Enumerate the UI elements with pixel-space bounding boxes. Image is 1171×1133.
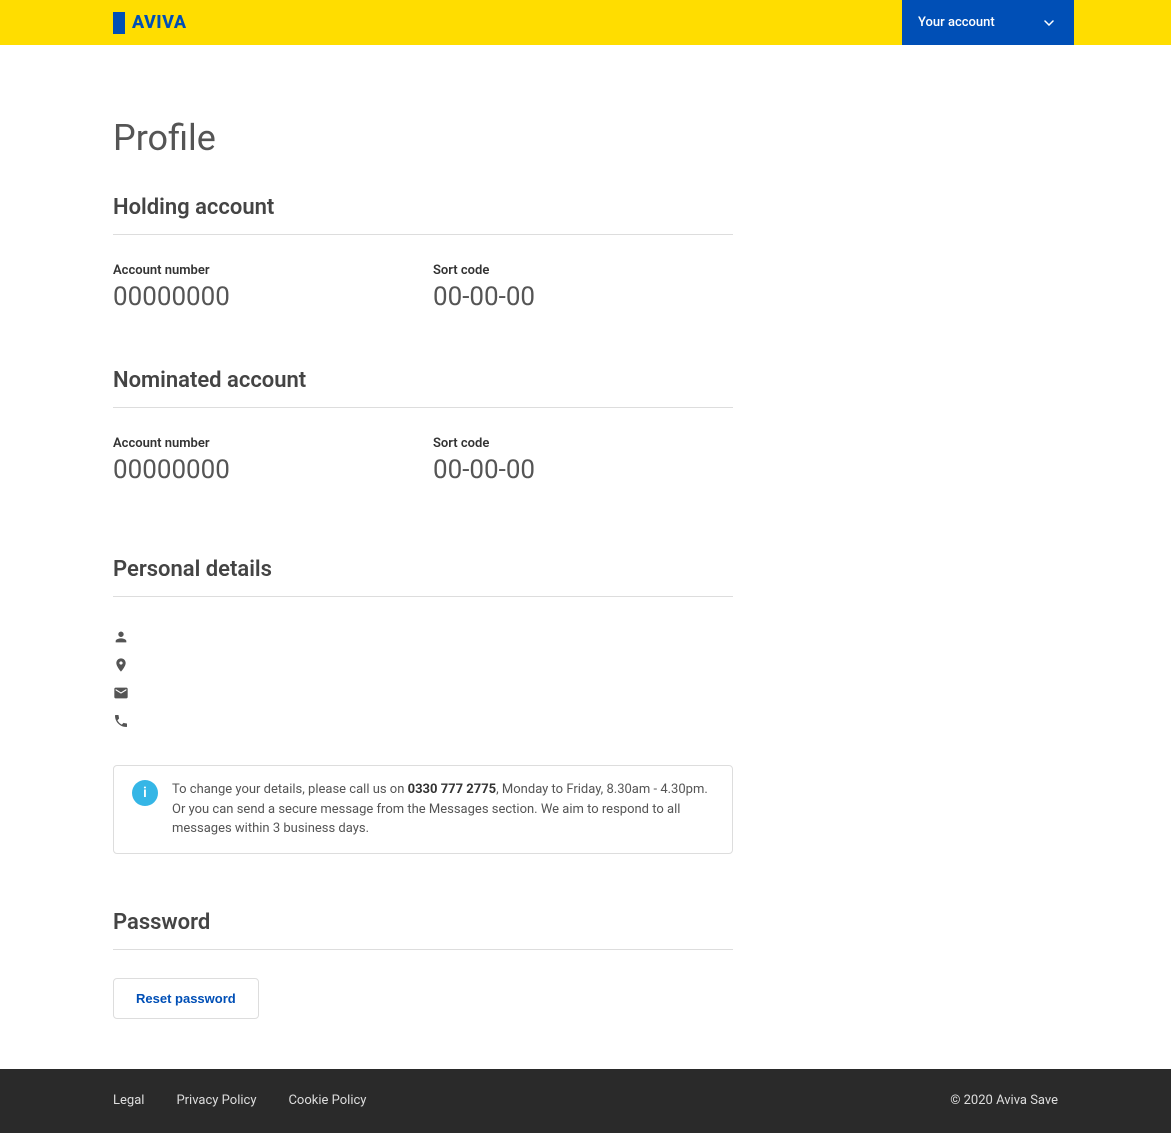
section-personal-title: Personal details (113, 557, 733, 582)
detail-address-row (113, 653, 733, 681)
divider (113, 596, 733, 597)
nominated-account-number: 00000000 (113, 455, 273, 485)
section-holding-title: Holding account (113, 195, 733, 220)
holding-account-row: Account number 00000000 Sort code 00-00-… (113, 263, 733, 312)
info-phone: 0330 777 2775 (408, 782, 497, 797)
chevron-down-icon (1044, 18, 1054, 28)
detail-name-row (113, 625, 733, 653)
divider (113, 949, 733, 950)
field-label: Account number (113, 436, 273, 451)
page-title: Profile (113, 117, 733, 159)
app-header: AVIVA Your account (0, 0, 1171, 45)
holding-sort-code: 00-00-00 (433, 282, 593, 312)
footer-link-privacy[interactable]: Privacy Policy (176, 1093, 256, 1108)
logo-mark-icon (113, 12, 128, 34)
field-label: Sort code (433, 436, 593, 451)
holding-account-number: 00000000 (113, 282, 273, 312)
info-box: i To change your details, please call us… (113, 765, 733, 854)
detail-phone-row (113, 709, 733, 737)
main-content: Profile Holding account Account number 0… (113, 45, 733, 1069)
footer-link-cookie[interactable]: Cookie Policy (288, 1093, 366, 1108)
footer-links: Legal Privacy Policy Cookie Policy (113, 1093, 366, 1108)
nominated-account-number-block: Account number 00000000 (113, 436, 273, 485)
reset-password-button[interactable]: Reset password (113, 978, 259, 1019)
logo-text: AVIVA (132, 12, 187, 33)
divider (113, 407, 733, 408)
account-dropdown-label: Your account (918, 15, 995, 30)
account-dropdown[interactable]: Your account (902, 0, 1074, 45)
holding-account-number-block: Account number 00000000 (113, 263, 273, 312)
info-prefix: To change your details, please call us o… (172, 782, 408, 797)
nominated-sort-code: 00-00-00 (433, 455, 593, 485)
nominated-sort-code-block: Sort code 00-00-00 (433, 436, 593, 485)
nominated-account-row: Account number 00000000 Sort code 00-00-… (113, 436, 733, 485)
section-password-title: Password (113, 910, 733, 935)
logo[interactable]: AVIVA (113, 12, 187, 34)
section-nominated-title: Nominated account (113, 368, 733, 393)
info-text: To change your details, please call us o… (172, 780, 714, 839)
holding-sort-code-block: Sort code 00-00-00 (433, 263, 593, 312)
footer-copyright: © 2020 Aviva Save (950, 1093, 1058, 1108)
app-footer: Legal Privacy Policy Cookie Policy © 202… (0, 1069, 1171, 1133)
location-icon (113, 657, 129, 677)
divider (113, 234, 733, 235)
detail-email-row (113, 681, 733, 709)
person-icon (113, 629, 129, 649)
footer-link-legal[interactable]: Legal (113, 1093, 144, 1108)
phone-icon (113, 713, 129, 733)
field-label: Account number (113, 263, 273, 278)
email-icon (113, 685, 129, 705)
field-label: Sort code (433, 263, 593, 278)
info-icon: i (132, 780, 158, 806)
personal-details-list (113, 625, 733, 737)
